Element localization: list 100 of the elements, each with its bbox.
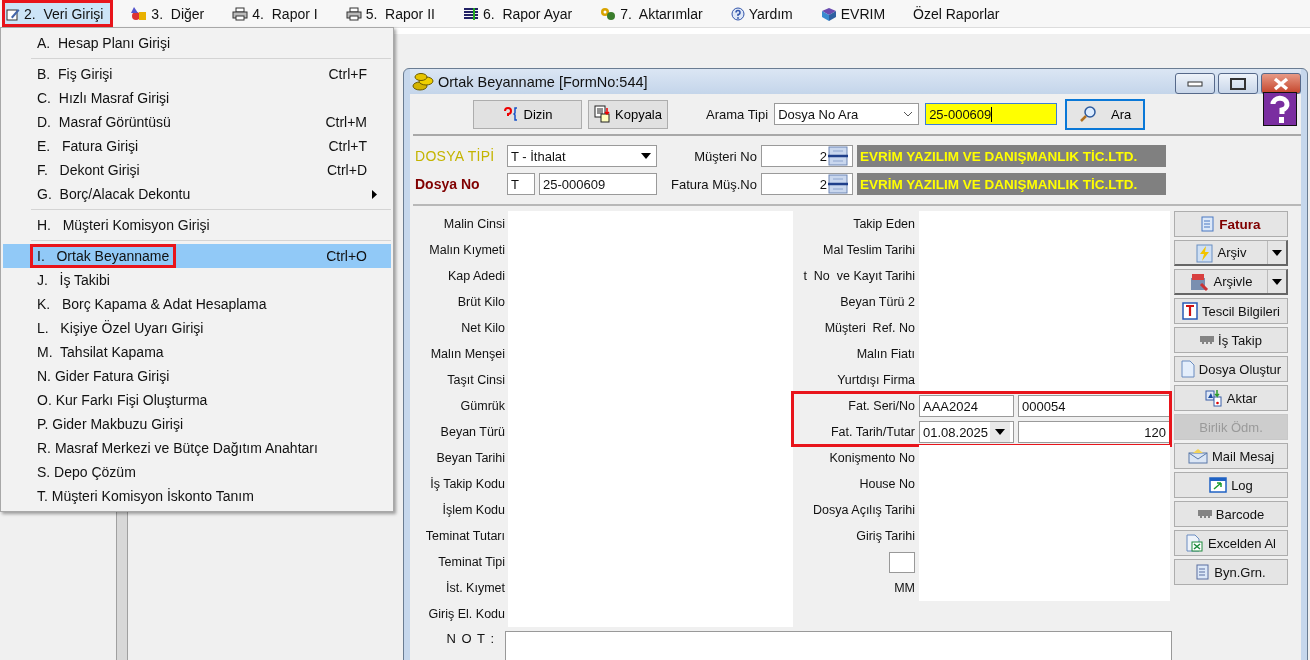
archive-button[interactable]: Arşivle <box>1175 270 1268 293</box>
action-button[interactable]: Barcode <box>1174 501 1288 527</box>
search-type-dropdown[interactable]: Dosya No Ara <box>774 103 920 125</box>
copy-button[interactable]: Kopyala <box>588 99 668 129</box>
shortcut-text: Ctrl+M <box>325 114 367 130</box>
date-field[interactable]: 01.08.2025 <box>919 421 1014 443</box>
menu-item[interactable]: K. Borç Kapama & Adat Hesaplama <box>3 292 391 316</box>
menu-item[interactable]: B. Fiş Girişi Ctrl+F <box>3 62 391 86</box>
field-label: t No ve Kayıt Tarihi <box>802 269 916 283</box>
menu-item[interactable]: F. Dekont Girişi Ctrl+D <box>3 158 391 182</box>
page-icon <box>1180 360 1195 378</box>
menu-item[interactable]: P. Gider Makbuzu Girişi <box>3 412 391 436</box>
field-label: İst. Kıymet <box>444 580 506 597</box>
help-icon[interactable] <box>1263 92 1297 126</box>
copy-icon <box>594 105 612 123</box>
action-button[interactable]: Excelden Al <box>1174 530 1288 556</box>
book-icon <box>820 6 837 21</box>
menu-item[interactable]: H. Müşteri Komisyon Girişi <box>3 213 391 237</box>
field-label: Giriş Tarihi <box>855 529 916 543</box>
spin-icon <box>827 174 849 194</box>
menu-item[interactable]: N. Gider Fatura Girişi <box>3 364 391 388</box>
search-button[interactable]: Ara <box>1065 98 1146 130</box>
menu-item[interactable]: L. Kişiye Özel Uyarı Girişi <box>3 316 391 340</box>
file-no-field[interactable]: 25-000609 <box>539 173 657 195</box>
transfer-icon <box>1204 389 1223 407</box>
menu-bar-item[interactable]: 4. Rapor I <box>228 0 328 27</box>
action-button[interactable]: Tescil Bilgileri <box>1174 298 1288 324</box>
window-icon <box>1209 477 1228 493</box>
search-type-label: Arama Tipi <box>706 106 769 122</box>
menu-item[interactable]: J. İş Takibi <box>3 268 391 292</box>
field-label: Teminat Tipi <box>437 554 506 571</box>
action-button[interactable]: Byn.Grn. <box>1174 559 1288 585</box>
menu-item[interactable]: T. Müşteri Komisyon İskonto Tanım <box>3 484 391 508</box>
menu-item[interactable]: E. Fatura Girişi Ctrl+T <box>3 134 391 158</box>
text-field[interactable]: 000054 <box>1018 395 1170 417</box>
index-button[interactable]: Dizin <box>473 99 582 129</box>
action-button[interactable]: Dosya Oluştur <box>1174 356 1288 382</box>
menu-item-label: L. Kişiye Özel Uyarı Girişi <box>36 319 205 338</box>
menu-item-label: G. Borç/Alacak Dekontu <box>36 185 192 204</box>
field-label: Müşteri Ref. No <box>823 321 916 335</box>
menu-item[interactable]: R. Masraf Merkezi ve Bütçe Dağıtım Anahtarı <box>3 436 391 460</box>
menu-item[interactable]: C. Hızlı Masraf Girişi <box>3 86 391 110</box>
menu-bar-item[interactable]: EVRIM <box>816 0 896 27</box>
field-label: Fat. Tarih/Tutar <box>829 425 916 439</box>
chevron-down-icon <box>903 111 914 117</box>
customer-no-label: Müşteri No <box>693 148 757 164</box>
caret-down-icon <box>641 153 651 159</box>
close-button[interactable] <box>1261 73 1301 94</box>
barcode-icon <box>1200 335 1215 345</box>
field-label: MM <box>893 581 916 595</box>
menu-bar-item[interactable]: 5. Rapor II <box>341 0 445 27</box>
menu-item-label: E. Fatura Girişi <box>36 137 140 156</box>
invoice-customer-field[interactable]: 2 <box>761 173 853 195</box>
document-icon <box>1196 564 1211 580</box>
archive-button[interactable]: Arşiv <box>1175 241 1268 264</box>
menu-item[interactable]: A. Hesap Planı Girişi <box>3 31 391 55</box>
window-title: Ortak Beyanname [FormNo:544] <box>438 73 648 90</box>
amount-field[interactable]: 120 <box>1018 421 1170 443</box>
menu-item[interactable]: G. Borç/Alacak Dekontu <box>3 182 391 206</box>
document-icon <box>1201 216 1216 232</box>
menu-item-label: M. Tahsilat Kapama <box>36 343 165 362</box>
menu-bar-item[interactable]: 6. Rapor Ayar <box>458 0 583 27</box>
action-button[interactable]: Fatura <box>1174 211 1288 237</box>
menu-bar-item[interactable]: 7. Aktarımlar <box>596 0 713 27</box>
field-label: Malın Menşei <box>429 346 506 363</box>
menu-item[interactable]: D. Masraf Görüntüsü Ctrl+M <box>3 110 391 134</box>
menu-item[interactable]: O. Kur Farkı Fişi Oluşturma <box>3 388 391 412</box>
envelope-icon <box>1187 448 1208 464</box>
field-label: Beyan Türü <box>439 424 506 441</box>
minimize-button[interactable] <box>1175 73 1215 94</box>
input-field[interactable] <box>889 551 915 573</box>
maximize-button[interactable] <box>1218 73 1258 94</box>
menu-item[interactable]: M. Tahsilat Kapama <box>3 340 391 364</box>
file-type-dropdown[interactable]: T - İthalat <box>507 145 657 167</box>
menu-bar-item[interactable]: 2. Veri Girişi <box>2 0 114 27</box>
action-button[interactable]: Mail Mesaj <box>1174 443 1288 469</box>
action-button[interactable]: Aktar <box>1174 385 1288 411</box>
customer-no-field[interactable]: 2 <box>761 145 853 167</box>
menu-bar-item[interactable]: 3. Diğer <box>127 0 215 27</box>
action-button[interactable]: İş Takip <box>1174 327 1288 353</box>
menu-item[interactable]: I. Ortak Beyanname Ctrl+O <box>3 244 391 268</box>
invoice-customer-label: Fatura Müş.No <box>670 176 757 192</box>
menu-item-label: T. Müşteri Komisyon İskonto Tanım <box>36 487 255 506</box>
field-label: Giriş El. Kodu <box>427 606 506 623</box>
search-icon <box>1079 105 1097 123</box>
menu-item-label: N. Gider Fatura Girişi <box>36 367 171 386</box>
field-label: Gümrük <box>459 398 506 415</box>
menu-bar-item[interactable]: Yardım <box>726 0 803 27</box>
menu-item[interactable]: S. Depo Çözüm <box>3 460 391 484</box>
note-label: N O T : <box>445 631 495 646</box>
menu-bar-item[interactable]: Özel Raporlar <box>909 0 1010 27</box>
text-field[interactable] <box>919 367 1170 393</box>
field-label: Malın Fiatı <box>855 347 916 361</box>
customer-name: EVRİM YAZILIM VE DANIŞMANLIK TİC.LTD. <box>857 145 1166 167</box>
shortcut-text: Ctrl+O <box>326 248 367 264</box>
text-field[interactable] <box>919 445 1170 471</box>
file-prefix-field[interactable]: T <box>507 173 535 195</box>
text-field[interactable]: AAA2024 <box>919 395 1014 417</box>
action-button[interactable]: Log <box>1174 472 1288 498</box>
search-field[interactable]: 25-000609 <box>925 103 1058 125</box>
